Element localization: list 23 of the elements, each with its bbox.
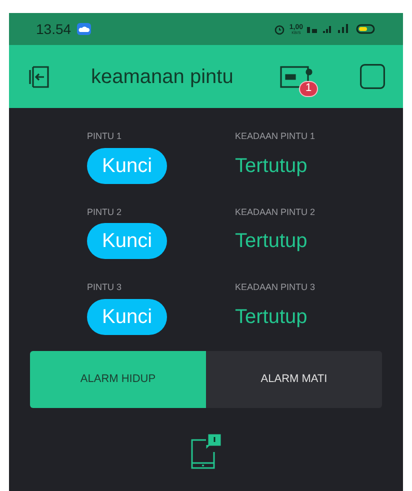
phone-notification-icon[interactable] [190, 434, 222, 470]
door-state: Tertutup [235, 154, 308, 178]
app-title: keamanan pintu [91, 64, 234, 90]
door-state-label: KEADAAN PINTU 1 [235, 130, 316, 143]
signal-icon [307, 24, 351, 34]
lock-button[interactable]: Kunci [87, 223, 167, 259]
lock-button[interactable]: Kunci [87, 148, 167, 184]
door-label: PINTU 3 [87, 281, 123, 294]
status-time: 13.54 [36, 20, 72, 38]
alarm-tab[interactable]: ALARM MATI [206, 350, 382, 408]
door-state: Tertutup [235, 229, 308, 254]
notification-badge: 1 [299, 80, 318, 96]
square-icon[interactable] [360, 64, 385, 89]
alarm-tab[interactable]: ALARM HIDUP [30, 350, 206, 408]
cloud-icon [77, 23, 92, 35]
alarm-icon [274, 24, 286, 34]
door-state-label: KEADAAN PINTU 3 [235, 281, 316, 294]
door-label: PINTU 2 [87, 206, 123, 218]
door-state: Tertutup [235, 304, 308, 330]
lock-button[interactable]: Kunci [87, 298, 167, 334]
battery-icon [356, 24, 376, 34]
door-label: PINTU 1 [87, 130, 123, 143]
door-state-label: KEADAAN PINTU 2 [235, 206, 316, 218]
